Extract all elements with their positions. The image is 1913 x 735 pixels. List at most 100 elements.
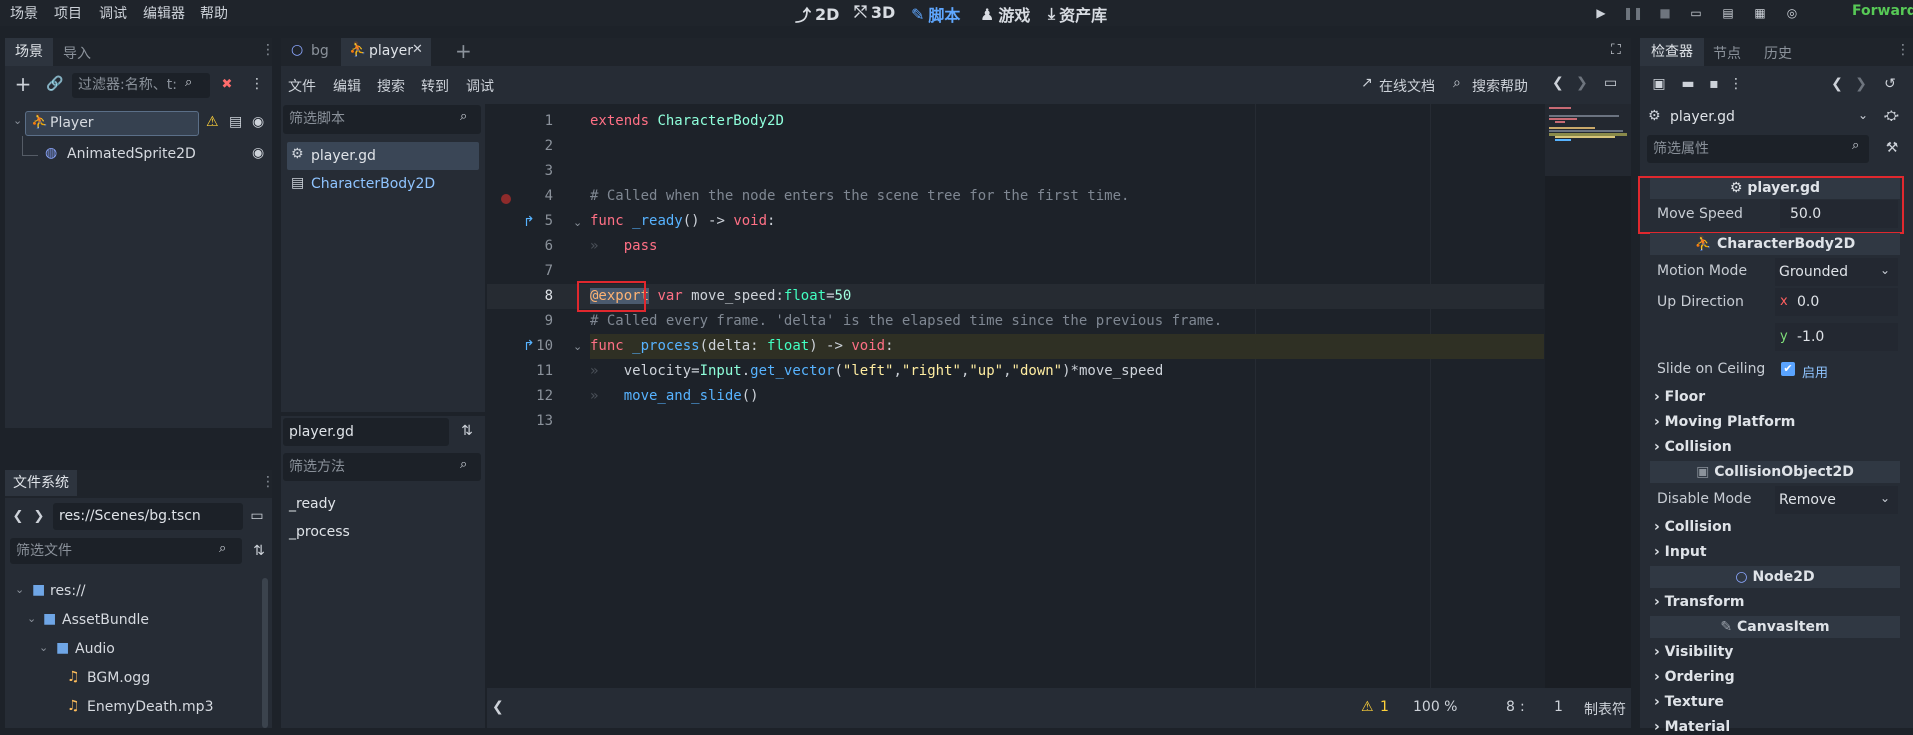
new-resource-icon[interactable]: ▣ [1650,74,1668,94]
play-custom-icon[interactable]: ▦ [1750,3,1770,23]
collapse-arrow-icon[interactable]: ⌄ [13,114,22,127]
object-menu-icon[interactable]: ⛮ [1884,108,1899,124]
scrollbar[interactable] [262,578,268,728]
file-item[interactable]: Audio [75,641,115,657]
group-input[interactable]: › Input [1654,544,1707,560]
play-scene-icon[interactable]: ▤ [1718,3,1738,23]
script-filter-icon[interactable]: ✖ [217,74,237,94]
next-script-icon[interactable]: ❯ [1576,75,1588,91]
sort-icon[interactable]: ⇅ [249,541,269,561]
file-item[interactable]: res:// [50,583,86,599]
online-docs-button[interactable]: 在线文档 [1379,76,1435,96]
tab-history[interactable]: 历史 [1764,43,1792,63]
save-icon[interactable]: ▪ [1705,74,1723,94]
menu-project[interactable]: 项目 [54,3,82,23]
prev-icon[interactable]: ❮ [1830,74,1844,94]
script-icon[interactable]: ▤ [229,114,242,130]
sort-icon[interactable]: ⇅ [457,421,477,441]
tab-node[interactable]: 节点 [1713,43,1741,63]
menu-debug[interactable]: 调试 [466,76,494,96]
workspace-game[interactable]: ♟ 游戏 [980,2,1030,26]
history-icon[interactable]: ↺ [1880,74,1900,94]
prev-script-icon[interactable]: ❮ [1552,75,1564,91]
group-material[interactable]: › Material [1654,719,1730,735]
stop-icon[interactable]: ■ [1655,3,1675,23]
menu-scene[interactable]: 场景 [10,3,38,23]
file-item[interactable]: EnemyDeath.mp3 [87,699,213,715]
group-transform[interactable]: › Transform [1654,594,1745,610]
script-filter-input[interactable]: 筛选脚本 [283,105,481,134]
node-animatedsprite2d-label[interactable]: AnimatedSprite2D [67,146,196,162]
warning-icon[interactable]: ⚠ [1361,699,1374,715]
chevron-down-icon[interactable]: ⌄ [1858,108,1868,122]
group-texture[interactable]: › Texture [1654,694,1724,710]
more-icon[interactable]: ⋮ [1729,74,1743,94]
next-icon[interactable]: ❯ [1854,74,1868,94]
up-direction-x-field[interactable] [1775,288,1898,316]
menu-editor[interactable]: 编辑器 [143,3,185,23]
tab-import[interactable]: 导入 [63,43,91,63]
filter-options-icon[interactable]: ⚒ [1882,138,1902,158]
zoom-level[interactable]: 100 % [1413,699,1457,715]
collapse-arrow-icon[interactable]: ⌄ [27,612,36,625]
resource-selector[interactable]: player.gd [1670,109,1735,125]
split-view-icon[interactable]: ▭ [247,506,267,526]
code-editor[interactable]: ↱ ↱ ⌄ ⌄ 1 2 3 4 5 6 7 8 9 10 11 12 13 ex… [487,104,1631,688]
tab-bg[interactable]: bg [311,43,329,59]
workspace-script[interactable]: ✎ 脚本 [911,2,960,26]
visibility-icon[interactable]: ◉ [252,114,264,130]
menu-help[interactable]: 帮助 [200,3,228,23]
tab-scene[interactable]: 场景 [5,38,53,66]
warning-icon[interactable]: ⚠ [206,114,219,130]
movie-maker-icon[interactable]: ◎ [1782,3,1802,23]
up-direction-y-field[interactable] [1775,323,1898,351]
collapse-arrow-icon[interactable]: ⌄ [39,641,48,654]
menu-edit[interactable]: 编辑 [333,76,361,96]
open-folder-icon[interactable]: ▬ [1679,74,1697,94]
workspace-2d[interactable]: ⤴ 2D [795,2,839,26]
slide-on-ceiling-checkbox[interactable]: ✔ [1781,362,1795,376]
remote-debug-icon[interactable]: ▭ [1686,3,1706,23]
close-icon[interactable]: ✕ [412,42,423,57]
group-floor[interactable]: › Floor [1654,389,1705,405]
method-filter-input[interactable]: 筛选方法 [283,453,481,481]
method-item[interactable]: _ready [289,496,336,512]
group-collision[interactable]: › Collision [1654,439,1732,455]
menu-file[interactable]: 文件 [288,76,316,96]
scene-menu-icon[interactable]: ⋮ [249,74,265,94]
back-icon[interactable]: ❮ [11,506,25,526]
group-moving-platform[interactable]: › Moving Platform [1654,414,1795,430]
current-script-field[interactable]: player.gd [283,418,449,446]
file-item[interactable]: BGM.ogg [87,670,150,686]
path-field[interactable]: res://Scenes/bg.tscn [53,503,243,530]
group-collision[interactable]: › Collision [1654,519,1732,535]
tab-inspector[interactable]: 检查器 [1640,38,1704,66]
link-icon[interactable]: 🔗 [45,74,65,94]
warning-count[interactable]: 1 [1380,699,1389,715]
play-icon[interactable]: ▶ [1591,3,1611,23]
add-tab-icon[interactable]: + [455,39,472,63]
dock-menu-icon[interactable]: ⋮ [261,474,275,490]
toggle-panel-icon[interactable]: ▭ [1604,75,1617,91]
script-item-characterbody2d[interactable]: CharacterBody2D [311,176,435,192]
add-node-icon[interactable]: + [13,72,33,96]
renderer-select[interactable]: Forward+ [1852,3,1913,19]
workspace-assetlib[interactable]: ⤓ 资产库 [1048,2,1107,26]
menu-search[interactable]: 搜索 [377,76,405,96]
workspace-3d[interactable]: ⤲ 3D [854,2,895,22]
indent-mode[interactable]: 制表符 [1584,699,1626,719]
fullscreen-icon[interactable]: ⛶ [1611,42,1621,58]
group-ordering[interactable]: › Ordering [1654,669,1735,685]
toggle-scripts-icon[interactable]: ❮ [492,699,504,715]
search-help-button[interactable]: 搜索帮助 [1472,76,1528,96]
menu-goto[interactable]: 转到 [421,76,449,96]
property-filter-input[interactable]: 筛选属性 [1647,135,1869,163]
minimap[interactable] [1545,104,1631,688]
method-item[interactable]: _process [289,524,350,540]
dock-menu-icon[interactable]: ⋮ [261,42,275,58]
visibility-icon[interactable]: ◉ [252,145,264,161]
pause-icon[interactable]: ❚❚ [1623,3,1643,23]
file-filter-input[interactable]: 筛选文件 [10,538,242,564]
menu-debug[interactable]: 调试 [99,3,127,23]
dock-menu-icon[interactable]: ⋮ [1896,42,1910,58]
